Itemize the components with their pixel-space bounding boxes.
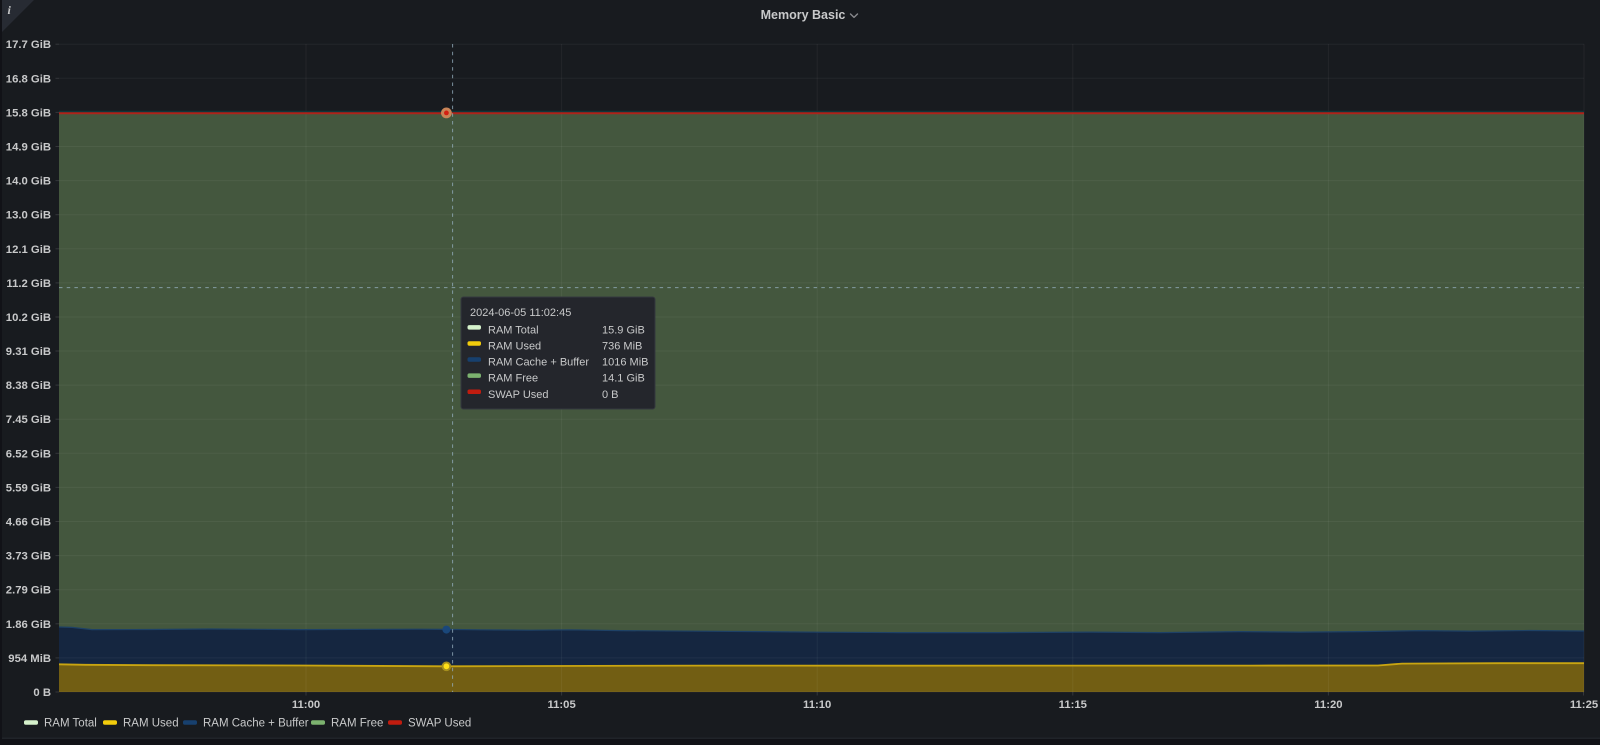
svg-text:RAM Free: RAM Free	[331, 718, 383, 730]
svg-text:17.7 GiB: 17.7 GiB	[6, 39, 51, 51]
svg-text:12.1 GiB: 12.1 GiB	[6, 244, 51, 256]
svg-text:RAM Used: RAM Used	[123, 718, 179, 730]
svg-text:11:15: 11:15	[1059, 699, 1087, 711]
svg-text:14.1 GiB: 14.1 GiB	[602, 373, 645, 385]
svg-text:11:25: 11:25	[1570, 699, 1598, 711]
svg-text:Memory Basic: Memory Basic	[761, 8, 846, 22]
svg-text:11.2 GiB: 11.2 GiB	[6, 278, 51, 290]
svg-text:15.9 GiB: 15.9 GiB	[602, 324, 645, 336]
svg-text:15.8 GiB: 15.8 GiB	[6, 107, 51, 119]
svg-text:5.59 GiB: 5.59 GiB	[6, 482, 51, 494]
svg-text:6.52 GiB: 6.52 GiB	[6, 448, 51, 460]
svg-text:9.31 GiB: 9.31 GiB	[6, 346, 51, 358]
svg-text:8.38 GiB: 8.38 GiB	[6, 380, 51, 392]
svg-text:736 MiB: 736 MiB	[602, 341, 642, 353]
svg-text:1.86 GiB: 1.86 GiB	[6, 619, 51, 631]
svg-text:11:05: 11:05	[547, 699, 575, 711]
svg-text:SWAP Used: SWAP Used	[488, 389, 549, 401]
svg-text:11:10: 11:10	[803, 699, 831, 711]
svg-text:1016 MiB: 1016 MiB	[602, 357, 648, 369]
svg-text:0 B: 0 B	[602, 389, 619, 401]
svg-text:11:00: 11:00	[292, 699, 320, 711]
svg-text:SWAP Used: SWAP Used	[408, 718, 471, 730]
svg-text:14.9 GiB: 14.9 GiB	[6, 142, 51, 154]
svg-text:2.79 GiB: 2.79 GiB	[6, 585, 51, 597]
svg-text:RAM Used: RAM Used	[488, 341, 541, 353]
svg-text:0 B: 0 B	[33, 687, 51, 699]
svg-text:4.66 GiB: 4.66 GiB	[6, 517, 51, 529]
svg-text:RAM Free: RAM Free	[488, 373, 538, 385]
svg-text:11:20: 11:20	[1314, 699, 1342, 711]
svg-text:13.0 GiB: 13.0 GiB	[6, 210, 51, 222]
svg-text:16.8 GiB: 16.8 GiB	[6, 73, 51, 85]
svg-text:RAM Total: RAM Total	[44, 718, 97, 730]
svg-text:RAM Cache + Buffer: RAM Cache + Buffer	[488, 357, 589, 369]
svg-text:RAM Cache + Buffer: RAM Cache + Buffer	[203, 718, 309, 730]
svg-text:10.2 GiB: 10.2 GiB	[6, 312, 51, 324]
svg-text:14.0 GiB: 14.0 GiB	[6, 176, 51, 188]
svg-text:3.73 GiB: 3.73 GiB	[6, 551, 51, 563]
svg-text:2024-06-05 11:02:45: 2024-06-05 11:02:45	[470, 307, 571, 319]
svg-text:RAM Total: RAM Total	[488, 324, 539, 336]
svg-text:954 MiB: 954 MiB	[8, 653, 51, 665]
svg-text:7.45 GiB: 7.45 GiB	[6, 414, 51, 426]
